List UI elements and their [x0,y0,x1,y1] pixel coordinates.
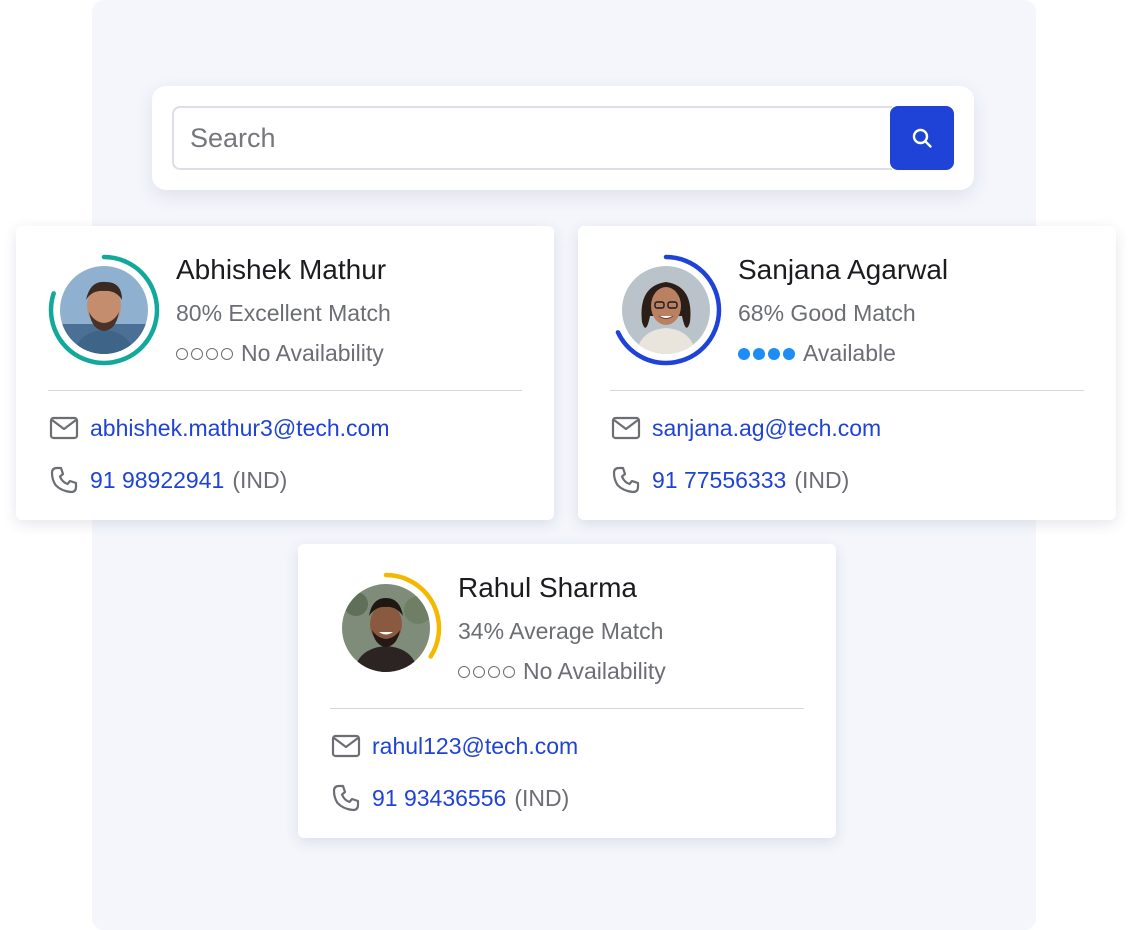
country-code: (IND) [514,784,570,811]
email-row: abhishek.mathur3@tech.com [48,411,390,445]
availability-dots [458,665,515,678]
avatar [622,266,710,354]
mail-icon [330,730,362,762]
phone-link[interactable]: 91 98922941 [90,467,224,494]
availability-dot [753,347,765,360]
phone-icon [48,464,80,496]
divider [610,390,1084,391]
divider [330,708,804,709]
availability-dot [488,665,500,678]
candidate-name: Abhishek Mathur [176,254,387,285]
search-panel [152,86,974,190]
phone-link[interactable]: 91 93436556 [372,785,506,812]
candidate-name: Rahul Sharma [458,572,637,603]
availability-label: Available [803,340,896,366]
search-button[interactable] [890,106,954,170]
email-link[interactable]: sanjana.ag@tech.com [652,415,881,442]
avatar [60,266,148,354]
search-icon [912,128,932,148]
availability-dots [738,347,795,360]
mail-icon [48,412,80,444]
availability-label: No Availability [241,340,384,366]
availability-dot [473,665,485,678]
availability-dot [768,347,780,360]
candidate-card[interactable]: Sanjana Agarwal 68% Good Match Available… [578,226,1116,520]
availability: Available [738,340,896,367]
phone-row: 91 77556333 (IND) [610,463,849,497]
availability-dot [221,347,233,360]
availability-label: No Availability [523,658,666,684]
availability-dot [206,347,218,360]
divider [48,390,522,391]
mail-icon [610,412,642,444]
availability-dot [176,347,188,360]
availability-dots [176,347,233,360]
availability-dot [738,347,750,360]
availability-dot [191,347,203,360]
avatar-with-match-ring [48,254,160,366]
candidate-name: Sanjana Agarwal [738,254,949,285]
country-code: (IND) [232,466,288,493]
avatar [342,584,430,672]
availability: No Availability [176,340,384,367]
match-score: 34% Average Match [458,618,664,644]
search-input[interactable] [172,106,892,170]
phone-row: 91 93436556 (IND) [330,781,569,815]
email-link[interactable]: abhishek.mathur3@tech.com [90,415,390,442]
candidate-card[interactable]: Abhishek Mathur 80% Excellent Match No A… [16,226,554,520]
avatar-with-match-ring [330,572,442,684]
availability-dot [458,665,470,678]
email-link[interactable]: rahul123@tech.com [372,733,578,760]
candidate-card[interactable]: Rahul Sharma 34% Average Match No Availa… [298,544,836,838]
avatar-with-match-ring [610,254,722,366]
country-code: (IND) [794,466,850,493]
phone-row: 91 98922941 (IND) [48,463,287,497]
match-score: 80% Excellent Match [176,300,391,326]
phone-icon [330,782,362,814]
phone-link[interactable]: 91 77556333 [652,467,786,494]
availability: No Availability [458,658,666,685]
availability-dot [503,665,515,678]
email-row: sanjana.ag@tech.com [610,411,881,445]
email-row: rahul123@tech.com [330,729,578,763]
phone-icon [610,464,642,496]
availability-dot [783,347,795,360]
match-score: 68% Good Match [738,300,916,326]
